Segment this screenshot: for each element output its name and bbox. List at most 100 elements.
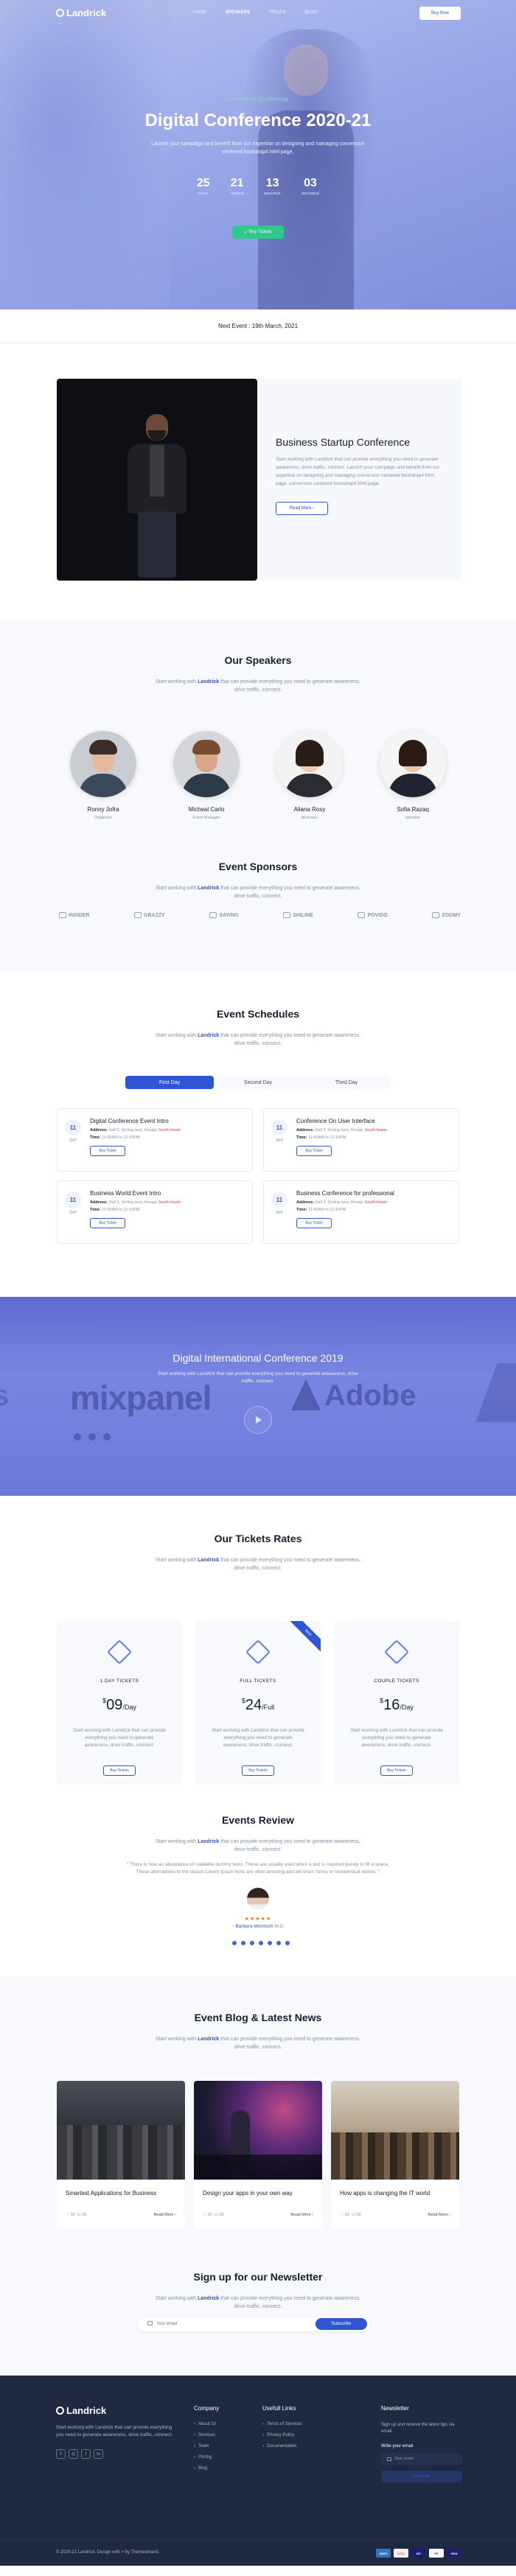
instagram-icon[interactable]: ◎ (69, 2449, 78, 2459)
day-tabs: First Day Second Day Third Day (125, 1076, 391, 1089)
twitter-icon[interactable]: t (81, 2449, 91, 2459)
buy-ticket-button[interactable]: Buy Ticket (90, 1146, 125, 1156)
video-subtitle: Start working with Landrick that can pro… (158, 1371, 358, 1384)
price-value: $16/Day (380, 1697, 414, 1713)
sponsor-logo[interactable]: SAYING (209, 912, 239, 918)
sponsor-logo[interactable]: INSIDER (59, 912, 89, 918)
newsletter-email-input[interactable] (156, 2319, 282, 2329)
footer-link[interactable]: Blog (194, 2466, 219, 2471)
carousel-dot[interactable] (241, 1941, 245, 1945)
play-video-button[interactable] (244, 1406, 272, 1434)
blog-section: Event Blog & Latest News Start working w… (0, 1976, 516, 2265)
footer-email-input[interactable]: Your email (381, 2453, 462, 2465)
speaker-avatar (173, 731, 240, 797)
buy-now-button[interactable]: Buy Now (419, 7, 461, 20)
price-value: $09/Day (102, 1697, 136, 1713)
schedule-section: Event Schedules Start working with Landr… (0, 973, 516, 1297)
startup-speaker-photo (57, 379, 257, 581)
event-date: 11 SEP (65, 1191, 81, 1215)
nav-menu: HOME SPEAKERS PRICES BLOG (193, 10, 317, 15)
blog-card[interactable]: How apps is changing the IT world ♡ 33 ▭… (331, 2081, 459, 2228)
linkedin-icon[interactable]: in (94, 2449, 103, 2459)
blog-card[interactable]: Design your apps in your own way ♡ 33 ▭ … (194, 2081, 322, 2228)
footer-link[interactable]: Privacy Policy (262, 2433, 302, 2437)
event-date: 11 SEP (65, 1119, 81, 1143)
next-event-bar: Next Event : 19th March, 2021 (0, 309, 516, 343)
footer-link[interactable]: About Us (194, 2422, 219, 2426)
countdown-seconds: 03 SECONDS (301, 177, 320, 195)
footer-link[interactable]: Services (194, 2433, 219, 2437)
countdown-days: 25 DAYS (196, 177, 210, 195)
blog-image (331, 2081, 459, 2180)
read-more-link[interactable]: Read More › (290, 2213, 313, 2217)
footer-link[interactable]: Team (194, 2444, 219, 2449)
buy-tickets-button[interactable]: ✓ Buy Tickets (232, 225, 284, 239)
blog-image (57, 2081, 185, 2180)
nav-item-speakers[interactable]: SPEAKERS (226, 10, 250, 15)
hero-tag: Live Virtual Conference (227, 96, 289, 102)
tab-third-day[interactable]: Third Day (302, 1076, 391, 1089)
tab-first-day[interactable]: First Day (125, 1076, 214, 1089)
couple-ticket-icon (384, 1639, 409, 1665)
read-more-link[interactable]: Read More › (428, 2213, 450, 2217)
subscribe-button[interactable]: Subscribe (315, 2318, 367, 2330)
pricing-section: Our Tickets Rates Start working with Lan… (0, 1496, 516, 1792)
carousel-dot[interactable] (268, 1941, 272, 1945)
carousel-dot[interactable] (276, 1941, 281, 1945)
countdown-hours: 21 HOURS (230, 177, 244, 195)
nav-item-prices[interactable]: PRICES (269, 10, 285, 15)
blog-post-title[interactable]: Smartest Applications for Business (66, 2189, 176, 2207)
speaker-card[interactable]: Ronny Jofra Organizer (66, 731, 140, 820)
event-address: Address: Hall 3, Sinling lane, Rosigo So… (296, 1200, 387, 1205)
footer-link[interactable]: Pricing (194, 2455, 219, 2460)
read-more-link[interactable]: Read More › (153, 2213, 176, 2217)
buy-tickets-button[interactable]: Buy Tickets (103, 1765, 136, 1776)
speaker-card[interactable]: Sofia Razaq Speaker (376, 731, 450, 820)
event-card: 11 SEP Business World Event Intro Address… (57, 1180, 253, 1244)
speaker-avatar (70, 731, 136, 797)
event-time: Time: 11:00AM to 12:15PM (90, 1208, 140, 1212)
footer-link[interactable]: Documentation (262, 2444, 302, 2449)
nav-item-blog[interactable]: BLOG (304, 10, 317, 15)
facebook-icon[interactable]: f (56, 2449, 66, 2459)
carousel-dot[interactable] (232, 1941, 237, 1945)
price-card: 1 DAY TICKETS $09/Day Start working with… (57, 1621, 182, 1792)
hero-title: Digital Conference 2020-21 (144, 111, 372, 130)
buy-ticket-button[interactable]: Buy Ticket (296, 1146, 332, 1156)
speaker-card[interactable]: Micheal Carlo Event Manager (170, 731, 243, 820)
top-navbar: Landrick HOME SPEAKERS PRICES BLOG Buy N… (0, 6, 516, 21)
tab-second-day[interactable]: Second Day (214, 1076, 302, 1089)
hero-description: Launch your campaign and benefit from ou… (151, 141, 365, 155)
ticket-icon (107, 1639, 132, 1665)
carousel-dot[interactable] (250, 1941, 254, 1945)
best-ribbon: Best (287, 1621, 321, 1654)
carousel-dot[interactable] (285, 1941, 290, 1945)
price-card: Best FULL TICKETS $24/Full Start working… (195, 1621, 321, 1792)
event-address: Address: Hall 3, Sinling lane, Rosigo So… (90, 1128, 181, 1133)
sponsor-logo[interactable]: SHILINE (283, 912, 313, 918)
blog-post-title[interactable]: How apps is changing the IT world (340, 2189, 450, 2207)
buy-ticket-button[interactable]: Buy Ticket (90, 1218, 125, 1228)
review-quote: " There is now an abundance of readable … (126, 1862, 390, 1875)
buy-ticket-button[interactable]: Buy Ticket (296, 1218, 332, 1228)
buy-tickets-button[interactable]: Buy Tickets (242, 1765, 274, 1776)
event-date: 11 SEP (271, 1119, 287, 1143)
blog-card[interactable]: Smartest Applications for Business ♡ 33 … (57, 2081, 185, 2228)
blog-post-title[interactable]: Design your apps in your own way (203, 2189, 313, 2207)
footer-link[interactable]: Terms of Services (262, 2422, 302, 2426)
buy-tickets-button[interactable]: Buy Tickets (380, 1765, 413, 1776)
nav-item-home[interactable]: HOME (193, 10, 206, 15)
sponsor-logo[interactable]: POVIDO (358, 912, 388, 918)
carousel-dot[interactable] (259, 1941, 263, 1945)
event-date: 11 SEP (271, 1191, 287, 1215)
event-title: Digital Conference Event Intro (90, 1118, 169, 1124)
speaker-card[interactable]: Aliana Rosy Motivator (273, 731, 346, 820)
read-more-button[interactable]: Read More › (276, 502, 328, 515)
blog-meta: ♡ 33 ▭ 08 Read More › (203, 2213, 313, 2217)
sponsor-logo[interactable]: GRAZZY (134, 912, 165, 918)
pricing-subtitle: Start working with Landrick that can pro… (155, 1558, 361, 1571)
brand-logo[interactable]: Landrick (56, 7, 106, 18)
sponsor-logo[interactable]: ZOOMY (432, 912, 461, 918)
footer-logo[interactable]: Landrick (56, 2405, 106, 2416)
footer-subscribe-button[interactable]: Subscribe (381, 2471, 462, 2482)
